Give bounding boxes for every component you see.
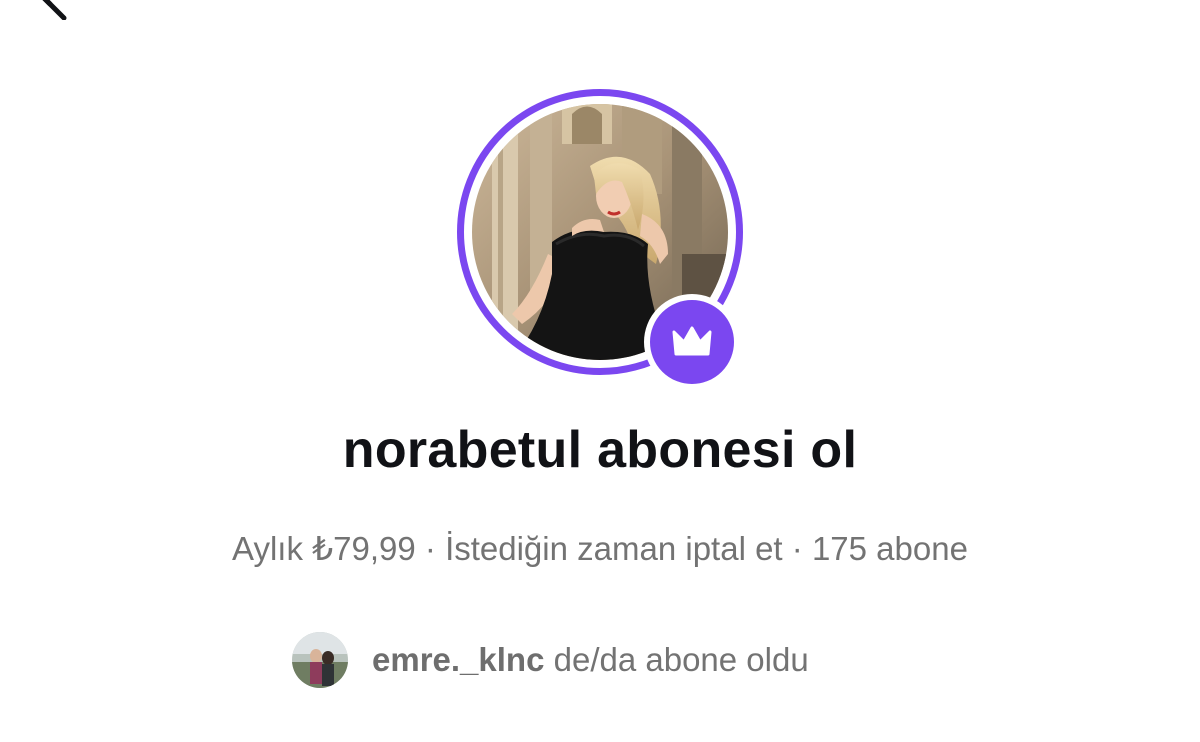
cancel-anytime-label: İstediğin zaman iptal et (445, 530, 783, 567)
subscriber-count: 175 abone (811, 530, 968, 567)
price-label: Aylık ₺79,99 (232, 530, 416, 567)
subscribe-screen: norabetul abonesi ol Aylık ₺79,99 · İste… (0, 0, 1200, 742)
subscriber-avatar[interactable] (292, 632, 348, 688)
meta-separator: · (424, 530, 436, 567)
subscription-meta: Aylık ₺79,99 · İstediğin zaman iptal et … (0, 529, 1200, 568)
recent-subscriber-row[interactable]: emre._klnc de/da abone oldu (292, 631, 809, 689)
subscriber-username[interactable]: emre._klnc (372, 641, 544, 678)
recent-subscriber-text: emre._klnc de/da abone oldu (372, 641, 809, 679)
subscriber-suffix: de/da abone oldu (553, 641, 809, 678)
crown-badge (644, 294, 740, 390)
back-button[interactable] (20, 0, 80, 21)
back-arrow-icon (42, 0, 67, 21)
meta-separator: · (791, 530, 803, 567)
page-title: norabetul abonesi ol (342, 421, 858, 479)
crown-icon (672, 326, 712, 356)
